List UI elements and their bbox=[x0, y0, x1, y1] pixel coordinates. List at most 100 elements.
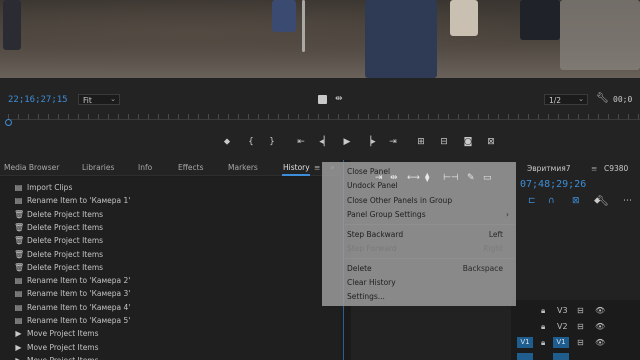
pen-icon[interactable]: ✎ bbox=[467, 173, 475, 183]
tab-effects[interactable]: Effects bbox=[178, 163, 204, 172]
history-item[interactable]: ▶ Move Project Items bbox=[0, 342, 340, 355]
eye-icon[interactable]: 👁︎ bbox=[595, 306, 605, 315]
program-monitor-video bbox=[0, 0, 640, 78]
menu-close-other-panels[interactable]: Close Other Panels in Group bbox=[347, 196, 452, 205]
out-point-icon[interactable]: } bbox=[265, 136, 279, 148]
menu-step-backward[interactable]: Step Backward bbox=[347, 230, 403, 239]
timeline-menu-icon[interactable]: ⋯ bbox=[623, 196, 632, 206]
lock-icon[interactable]: 🔒︎ bbox=[541, 322, 545, 332]
button-editor-icon[interactable]: ⊠ bbox=[484, 136, 498, 148]
history-item[interactable]: 🗑︎ Delete Project Items bbox=[0, 235, 340, 248]
tab-c9380[interactable]: C9380 bbox=[604, 164, 628, 173]
rate-stretch-icon[interactable]: ⟷ bbox=[407, 173, 420, 183]
timeline-timecode[interactable]: 07;48;29;26 bbox=[520, 179, 586, 190]
menu-panel-group-settings[interactable]: Panel Group Settings bbox=[347, 210, 426, 219]
history-item[interactable]: ▤ Rename Item to 'Камера 3' bbox=[0, 288, 340, 301]
menu-undock-panel[interactable]: Undock Panel bbox=[347, 181, 398, 190]
resolution-dropdown[interactable]: 1/2 ⌄ bbox=[544, 94, 588, 105]
zoom-level-dropdown[interactable]: Fit ⌄ bbox=[78, 94, 120, 105]
history-item-label: Import Clips bbox=[27, 183, 73, 192]
panel-menu-icon[interactable]: ≡ bbox=[314, 163, 320, 172]
go-to-in-icon[interactable]: ⇤ bbox=[294, 136, 308, 148]
insert-icon[interactable]: ⊞ bbox=[414, 136, 428, 148]
source-patch-v1[interactable]: V1 bbox=[517, 337, 533, 348]
history-item[interactable]: ▤ Import Clips bbox=[0, 182, 340, 195]
snap-icon[interactable]: ∩ bbox=[548, 196, 555, 206]
history-item[interactable]: ▶ Move Project Items bbox=[0, 328, 340, 341]
history-item[interactable]: ▶ Move Project Items bbox=[0, 355, 340, 360]
chevron-down-icon: ⌄ bbox=[110, 95, 116, 103]
trash-icon: 🗑︎ bbox=[14, 236, 25, 246]
lock-icon[interactable]: 🔒︎ bbox=[541, 306, 545, 316]
history-item-label: Rename Item to 'Камера 2' bbox=[27, 276, 131, 286]
history-item[interactable]: 🗑︎ Delete Project Items bbox=[0, 209, 340, 222]
menu-step-forward[interactable]: Step Forward bbox=[347, 244, 397, 253]
eye-icon[interactable]: 👁︎ bbox=[595, 322, 605, 331]
menu-settings[interactable]: Settings... bbox=[347, 292, 385, 301]
tab-info[interactable]: Info bbox=[138, 163, 152, 172]
trash-icon: 🗑︎ bbox=[14, 222, 25, 232]
zoom-level-value: Fit bbox=[83, 96, 92, 105]
history-item[interactable]: ▤ Rename Item to 'Камера 2' bbox=[0, 275, 340, 288]
history-item-label: Move Project Items bbox=[27, 342, 99, 352]
menu-delete[interactable]: Delete bbox=[347, 264, 372, 273]
track-target-next[interactable] bbox=[553, 353, 569, 360]
sync-lock-icon[interactable]: ⊟ bbox=[577, 338, 584, 347]
history-panel: ▤ Import Clips ▤ Rename Item to 'Камера 1' 🗑… bbox=[0, 177, 340, 360]
linked-selection-icon[interactable]: ⊠ bbox=[572, 196, 580, 206]
playhead-handle[interactable] bbox=[5, 119, 12, 126]
export-frame-icon[interactable]: ◙ bbox=[461, 136, 475, 148]
history-item-label: Delete Project Items bbox=[27, 209, 104, 219]
video-figure bbox=[3, 0, 21, 50]
history-item[interactable]: 🗑︎ Delete Project Items bbox=[0, 262, 340, 275]
tab-markers[interactable]: Markers bbox=[228, 163, 258, 172]
move-icon: ▶ bbox=[15, 329, 22, 339]
close-icon[interactable]: ≡ bbox=[591, 164, 597, 173]
playhead-timecode[interactable]: 22;16;27;15 bbox=[8, 95, 68, 105]
timeline-timecode-value: 07;48;29;26 bbox=[520, 179, 587, 190]
menu-clear-history[interactable]: Clear History bbox=[347, 278, 396, 287]
safe-margins-icon[interactable] bbox=[318, 95, 327, 104]
time-ruler[interactable] bbox=[8, 114, 640, 120]
trash-icon: 🗑︎ bbox=[14, 209, 25, 219]
sync-lock-icon[interactable]: ⊟ bbox=[577, 322, 584, 331]
sync-lock-icon[interactable]: ⊟ bbox=[577, 306, 584, 315]
marker-icon[interactable]: ⬥ bbox=[220, 136, 234, 148]
chevron-right-icon: › bbox=[506, 210, 509, 219]
history-item[interactable]: ▤ Rename Item to 'Камера 4' bbox=[0, 302, 340, 315]
drop-frame-icon[interactable]: ⇹ bbox=[335, 94, 343, 104]
overwrite-icon[interactable]: ⊟ bbox=[437, 136, 451, 148]
lock-icon[interactable]: 🔒︎ bbox=[541, 338, 545, 348]
nest-icon[interactable]: ⊏ bbox=[528, 196, 536, 206]
track-target-v1[interactable]: V1 bbox=[553, 337, 569, 348]
clip-icon: ▤ bbox=[14, 276, 23, 286]
add-marker-icon[interactable]: ⬥ bbox=[594, 196, 600, 206]
history-item-label: Rename Item to 'Камера 4' bbox=[27, 302, 131, 312]
tab-history[interactable]: History bbox=[283, 163, 310, 172]
razor-icon[interactable]: ⧫ bbox=[425, 173, 429, 183]
clip-icon: ▤ bbox=[14, 289, 23, 299]
tab-media-browser[interactable]: Media Browser bbox=[4, 163, 59, 172]
eye-icon[interactable]: 👁︎ bbox=[595, 338, 605, 347]
step-back-icon[interactable]: ◂▏ bbox=[318, 136, 332, 148]
tab-libraries[interactable]: Libraries bbox=[82, 163, 114, 172]
slip-icon[interactable]: ⊢⊣ bbox=[443, 173, 459, 183]
tab-sequence[interactable]: Эвритмия7 bbox=[527, 164, 570, 173]
in-point-icon[interactable]: { bbox=[244, 136, 258, 148]
history-item[interactable]: ▤ Rename Item to 'Камера 5' bbox=[0, 315, 340, 328]
trash-icon: 🗑︎ bbox=[14, 249, 25, 259]
history-item[interactable]: 🗑︎ Delete Project Items bbox=[0, 222, 340, 235]
step-forward-icon[interactable]: ▕▸ bbox=[363, 136, 377, 148]
play-icon[interactable]: ▶ bbox=[340, 136, 354, 148]
source-patch-next[interactable] bbox=[517, 353, 533, 360]
wrench-icon[interactable]: 🔧︎ bbox=[596, 93, 609, 104]
history-item-label: Delete Project Items bbox=[27, 249, 104, 259]
go-to-out-icon[interactable]: ⇥ bbox=[386, 136, 400, 148]
history-item[interactable]: ▤ Rename Item to 'Камера 1' bbox=[0, 195, 340, 208]
rectangle-icon[interactable]: ▭ bbox=[483, 173, 492, 183]
history-item[interactable]: 🗑︎ Delete Project Items bbox=[0, 249, 340, 262]
history-item-label: Delete Project Items bbox=[27, 262, 104, 272]
history-item-label: Rename Item to 'Камера 3' bbox=[27, 289, 131, 299]
video-furniture bbox=[560, 0, 640, 70]
menu-close-panel[interactable]: Close Panel bbox=[347, 167, 390, 176]
